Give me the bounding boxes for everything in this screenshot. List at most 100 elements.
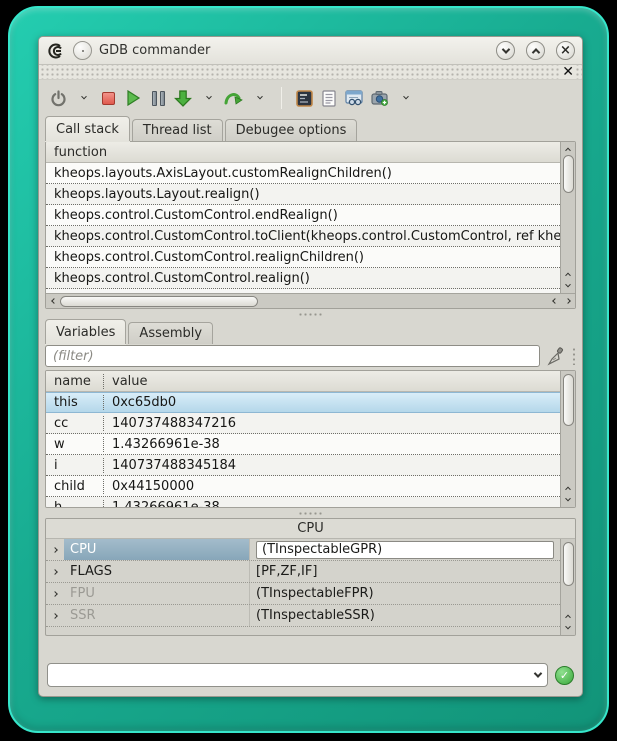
maximize-button[interactable] [526,41,545,60]
cpu-view-button[interactable] [295,86,313,110]
window-title: GDB commander [99,43,485,58]
cpu-vertical-scrollbar[interactable] [560,539,575,635]
value-column-header[interactable]: value [104,374,148,389]
step-over-dropdown[interactable] [250,86,268,110]
watch-window-button[interactable] [345,86,364,110]
callstack-row[interactable]: kheops.layouts.Layout.realign() [46,184,560,205]
callstack-horizontal-scrollbar[interactable] [46,293,575,308]
callstack-row[interactable]: kheops.control.CustomControl.toClient(kh… [46,226,560,247]
output-list-button[interactable] [320,86,338,110]
callstack-rows: kheops.layouts.AxisLayout.customRealignC… [46,163,560,293]
debug-tabs: Call stack Thread list Debugee options [39,116,582,141]
variables-column-headers[interactable]: name value [46,371,560,392]
stop-button[interactable] [99,86,117,110]
cpu-rows: CPU (TInspectableGPR) FLAGS [PF,ZF,IF] F… [46,539,560,635]
gdb-command-combobox[interactable] [47,663,548,687]
run-button[interactable] [124,86,142,110]
scrollbar-thumb[interactable] [563,542,574,586]
toolbar-separator [281,87,282,109]
chevron-up-icon [565,487,571,493]
send-command-button[interactable]: ✓ [555,666,574,685]
close-icon: × [560,44,571,57]
broom-icon [546,347,566,366]
expand-button[interactable] [46,548,64,552]
tab-thread-list[interactable]: Thread list [132,119,223,141]
expand-button[interactable] [46,614,64,618]
pause-icon [152,91,165,106]
dock-drag-handle[interactable]: ✕ [39,65,582,80]
filter-input[interactable] [45,345,540,367]
clear-filter-button[interactable] [546,344,566,368]
tab-call-stack[interactable]: Call stack [45,116,130,141]
scrollbar-thumb[interactable] [563,155,574,193]
close-button[interactable]: × [556,41,575,60]
variables-vertical-scrollbar[interactable] [560,371,575,507]
callstack-column-header[interactable]: function [46,142,560,163]
callstack-row[interactable]: kheops.control.CustomControl.realignChil… [46,247,560,268]
run-icon [126,90,141,106]
callstack-row[interactable]: kheops.layouts.AxisLayout.customRealignC… [46,163,560,184]
panel-splitter[interactable] [39,309,582,319]
tab-assembly[interactable]: Assembly [128,322,213,344]
gdb-commander-window: GDB commander × ✕ [38,36,583,697]
scroll-right-button[interactable] [561,295,574,307]
dock-close-button[interactable]: ✕ [560,65,576,79]
chevron-right-icon [52,591,58,597]
callstack-vertical-scrollbar[interactable] [560,142,575,293]
pause-button[interactable] [149,86,167,110]
chevron-left-icon [51,298,57,304]
cpu-view-icon [296,90,313,107]
window-menu-button[interactable] [73,41,92,60]
snapshot-dropdown[interactable] [396,86,414,110]
variable-row[interactable]: this 0xc65db0 [46,392,560,413]
scroll-down-button[interactable] [562,494,575,506]
scroll-left-button[interactable] [47,295,60,307]
scroll-down-button[interactable] [562,280,575,292]
dock-grip-dots[interactable] [572,347,576,365]
cpu-register-row[interactable]: CPU (TInspectableGPR) [46,539,560,561]
chevron-down-icon [81,94,87,100]
chevron-down-icon [565,624,571,630]
gdb-command-input[interactable] [54,668,535,683]
variable-row[interactable]: child 0x44150000 [46,476,560,497]
panel-splitter[interactable] [39,508,582,518]
variable-row[interactable]: i 140737488345184 [46,455,560,476]
step-into-icon [174,90,192,107]
scroll-up-button[interactable] [562,610,575,622]
scrollbar-thumb[interactable] [60,296,258,307]
snapshot-button[interactable] [371,86,389,110]
scroll-up-button[interactable] [562,482,575,494]
scroll-down-button[interactable] [562,622,575,634]
cpu-register-row[interactable]: SSR (TInspectableSSR) [46,605,560,627]
step-into-dropdown[interactable] [199,86,217,110]
power-button[interactable] [49,86,67,110]
filter-row [39,344,582,370]
variable-row[interactable]: cc 140737488347216 [46,413,560,434]
power-dropdown[interactable] [74,86,92,110]
variable-row[interactable]: w 1.43266961e-38 [46,434,560,455]
scroll-left-button-2[interactable] [548,295,561,307]
callstack-row[interactable]: kheops.control.CustomControl.endRealign(… [46,205,560,226]
expand-button[interactable] [46,570,64,574]
callstack-row[interactable]: kheops.control.CustomControl.realign() [46,268,560,289]
step-over-button[interactable] [224,86,243,110]
cpu-value-editor[interactable]: (TInspectableGPR) [256,541,554,559]
power-icon [50,90,67,107]
watch-window-icon [345,90,364,106]
name-column-header[interactable]: name [54,374,104,389]
variable-row[interactable]: h 1.43266961e-38 [46,497,560,507]
chevron-down-icon[interactable] [534,669,542,677]
scroll-up-button[interactable] [562,143,575,155]
step-over-icon [224,90,243,106]
tab-variables[interactable]: Variables [45,319,126,344]
scrollbar-thumb[interactable] [563,374,574,426]
cpu-register-row[interactable]: FPU (TInspectableFPR) [46,583,560,605]
step-into-button[interactable] [174,86,192,110]
scroll-up-button-2[interactable] [562,268,575,280]
tab-debugee-options[interactable]: Debugee options [225,119,358,141]
expand-button[interactable] [46,592,64,596]
call-stack-panel: function kheops.layouts.AxisLayout.custo… [45,141,576,309]
cpu-register-row[interactable]: FLAGS [PF,ZF,IF] [46,561,560,583]
minimize-button[interactable] [496,41,515,60]
chevron-right-icon [52,547,58,553]
